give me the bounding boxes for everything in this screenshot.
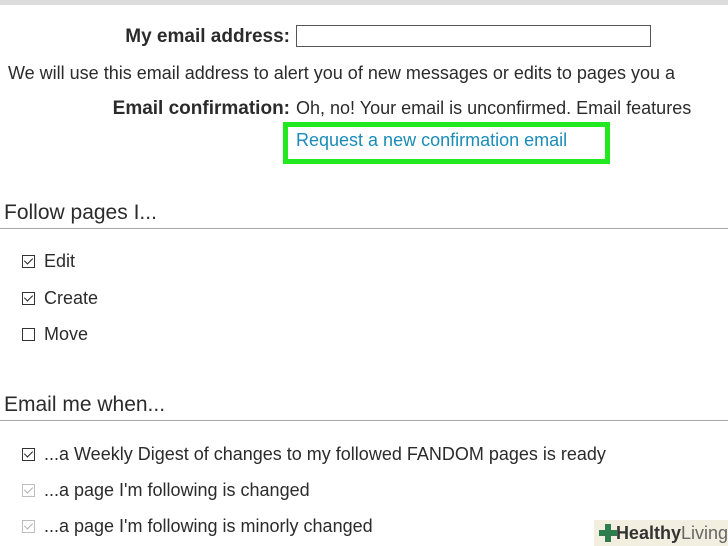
email-address-label: My email address: xyxy=(125,26,290,47)
page-changed-checkbox xyxy=(22,483,35,497)
option-label: Move xyxy=(44,323,89,344)
request-confirmation-email-link[interactable]: Request a new confirmation email xyxy=(296,130,567,151)
follow-option-edit[interactable]: Edit xyxy=(22,250,75,272)
edit-checkbox[interactable] xyxy=(22,254,35,268)
create-checkbox[interactable] xyxy=(22,291,35,305)
follow-option-create[interactable]: Create xyxy=(22,287,98,309)
follow-option-move[interactable]: Move xyxy=(22,323,88,345)
option-label: ...a Weekly Digest of changes to my foll… xyxy=(44,443,606,464)
healthy-living-watermark: Healthy Living xyxy=(594,520,728,546)
minor-change-checkbox xyxy=(22,519,35,533)
email-option-minor-change: ...a page I'm following is minorly chang… xyxy=(22,515,373,537)
email-confirmation-status: Oh, no! Your email is unconfirmed. Email… xyxy=(296,98,692,118)
section-divider xyxy=(0,420,728,421)
email-option-weekly-digest[interactable]: ...a Weekly Digest of changes to my foll… xyxy=(22,443,606,465)
medical-cross-icon xyxy=(598,523,617,543)
move-checkbox[interactable] xyxy=(22,327,35,341)
email-confirmation-label: Email confirmation: xyxy=(112,98,290,119)
watermark-brand-bold: Healthy xyxy=(615,522,681,543)
email-me-heading: Email me when... xyxy=(4,393,166,416)
watermark-brand-light: Living xyxy=(680,522,728,543)
email-address-input[interactable] xyxy=(296,25,651,47)
email-option-page-changed: ...a page I'm following is changed xyxy=(22,479,310,501)
email-help-text: We will use this email address to alert … xyxy=(8,63,676,83)
weekly-digest-checkbox[interactable] xyxy=(22,447,35,461)
option-label: ...a page I'm following is minorly chang… xyxy=(44,515,373,536)
follow-pages-heading: Follow pages I... xyxy=(4,201,157,224)
option-label: Edit xyxy=(44,250,76,271)
top-divider xyxy=(0,0,728,5)
section-divider xyxy=(0,228,728,229)
option-label: Create xyxy=(44,287,99,308)
option-label: ...a page I'm following is changed xyxy=(44,479,310,500)
